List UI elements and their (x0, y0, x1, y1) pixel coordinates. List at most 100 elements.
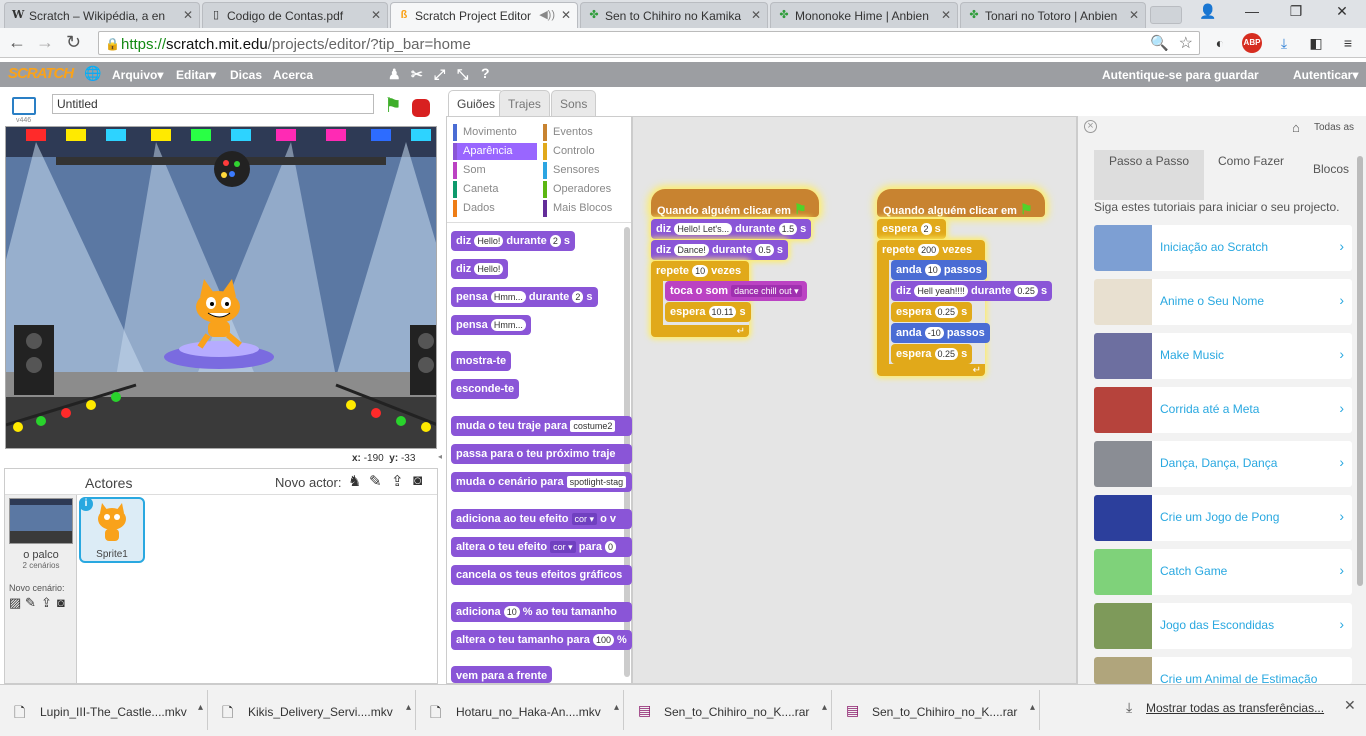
tab-how-to[interactable]: Como Fazer (1204, 150, 1298, 200)
block-set-effect[interactable]: altera o teu efeito cor ▾ para 0 (451, 537, 632, 557)
tutorial-card[interactable]: Make Music › (1094, 333, 1352, 379)
sprite-library-icon[interactable]: ♞ (348, 472, 361, 490)
close-icon[interactable]: ✕ (1129, 8, 1139, 22)
help-icon[interactable]: ? (481, 65, 490, 81)
chevron-up-icon[interactable]: ▴ (822, 702, 827, 713)
reload-icon[interactable]: ↻ (66, 32, 81, 53)
browser-tab[interactable]: ✤ Tonari no Totoro | Anbien ✕ (960, 2, 1146, 28)
project-title-input[interactable]: Untitled (52, 94, 374, 114)
show-all-downloads-link[interactable]: Mostrar todas as transferências... (1146, 701, 1324, 715)
extension-icon[interactable]: ◧ (1306, 33, 1326, 53)
audio-icon[interactable]: ◀)) (539, 8, 555, 21)
close-icon[interactable]: × (1084, 120, 1097, 133)
login-to-save-link[interactable]: Autentique-se para guardar (1102, 68, 1259, 82)
delete-icon[interactable]: ✂ (411, 66, 423, 83)
tutorial-card[interactable]: Iniciação ao Scratch › (1094, 225, 1352, 271)
block-clear-effects[interactable]: cancela os teus efeitos gráficos (451, 565, 632, 585)
block-wait[interactable]: espera 0.25 s (891, 302, 973, 322)
tab-scripts[interactable]: Guiões (448, 90, 505, 116)
menu-file[interactable]: Arquivo▾ (112, 68, 163, 82)
block-switch-backdrop[interactable]: muda o cenário para spotlight-stag (451, 472, 632, 492)
extension-icon[interactable]: ◐ (1210, 33, 1230, 53)
minimize-icon[interactable]: — (1230, 0, 1274, 24)
tips-scrollbar[interactable] (1357, 156, 1363, 586)
block-go-to-front[interactable]: vem para a frente (451, 666, 553, 683)
block-think-for[interactable]: pensa Hmm... durante 2 s (451, 287, 598, 307)
maximize-icon[interactable]: ❐ (1274, 0, 1318, 24)
browser-tab[interactable]: W Scratch – Wikipédia, a en ✕ (4, 2, 200, 28)
tutorial-card[interactable]: Dança, Dança, Dança › (1094, 441, 1352, 487)
block-hide[interactable]: esconde-te (451, 379, 520, 399)
backdrop-library-icon[interactable]: ▨ (9, 595, 21, 611)
category-looks[interactable]: Aparência (453, 143, 537, 160)
user-icon[interactable]: 👤 (1186, 0, 1230, 24)
home-icon[interactable]: ⌂ (1292, 120, 1300, 135)
browser-tab[interactable]: ✤ Sen to Chihiro no Kamika ✕ (580, 2, 768, 28)
download-item[interactable]: ▤ Sen_to_Chihiro_no_K....rar ▴ (836, 690, 1040, 730)
tab-blocks[interactable]: Blocos (1298, 150, 1364, 200)
chevron-up-icon[interactable]: ▴ (1030, 702, 1035, 713)
browser-tab[interactable]: ▯ Codigo de Contas.pdf ✕ (202, 2, 388, 28)
close-icon[interactable]: ✕ (371, 8, 381, 22)
menu-edit[interactable]: Editar▾ (176, 68, 216, 82)
tutorial-card[interactable]: Corrida até a Meta › (1094, 387, 1352, 433)
chevron-up-icon[interactable]: ▴ (406, 702, 411, 713)
block-think[interactable]: pensa Hmm... (451, 315, 531, 335)
paint-brush-icon[interactable]: ✎ (25, 595, 36, 611)
block-show[interactable]: mostra-te (451, 351, 512, 371)
block-next-costume[interactable]: passa para o teu próximo traje (451, 444, 632, 464)
stage-thumbnail-pane[interactable]: o palco 2 cenários Novo cenário: ▨ ✎ ⇪ ◙ (5, 495, 77, 683)
upload-icon[interactable]: ⇪ (391, 472, 404, 490)
block-move[interactable]: anda -10 passos (891, 323, 990, 343)
new-tab-button[interactable] (1150, 6, 1182, 24)
block-play-sound[interactable]: toca o som dance chill out ▾ (665, 281, 807, 301)
chevron-up-icon[interactable]: ▴ (198, 702, 203, 713)
paint-brush-icon[interactable]: ✎ (369, 472, 382, 490)
category-operators[interactable]: Operadores (543, 181, 625, 198)
tutorial-card[interactable]: Anime o Seu Nome › (1094, 279, 1352, 325)
url-field[interactable]: 🔒 https://scratch.mit.edu/projects/edito… (98, 31, 1200, 55)
block-say-for[interactable]: diz Dance! durante 0.5 s (651, 240, 789, 260)
download-item[interactable]: 🗋 Lupin_III-The_Castle....mkv ▴ (4, 690, 208, 730)
category-sound[interactable]: Som (453, 162, 537, 179)
block-wait[interactable]: espera 0.25 s (891, 344, 973, 364)
block-when-flag-clicked[interactable]: Quando alguém clicar em ⚑ (651, 189, 819, 217)
tutorial-card[interactable]: Jogo das Escondidas › (1094, 603, 1352, 649)
grow-icon[interactable]: ⤢ (434, 66, 445, 83)
shrink-icon[interactable]: ⤡ (457, 66, 468, 83)
block-move[interactable]: anda 10 passos (891, 260, 987, 280)
close-icon[interactable]: ✕ (941, 8, 951, 22)
zoom-icon[interactable]: 🔍 (1150, 34, 1169, 52)
download-item[interactable]: 🗋 Kikis_Delivery_Servi....mkv ▴ (212, 690, 416, 730)
browser-tab[interactable]: ✤ Mononoke Hime | Anbien ✕ (770, 2, 958, 28)
stage-canvas[interactable] (5, 126, 437, 449)
block-switch-costume[interactable]: muda o teu traje para costume2 (451, 416, 632, 436)
category-more-blocks[interactable]: Mais Blocos (543, 200, 625, 217)
green-flag-icon[interactable]: ⚑ (384, 93, 402, 118)
menu-about[interactable]: Acerca (273, 68, 313, 82)
category-motion[interactable]: Movimento (453, 124, 537, 141)
download-item[interactable]: ▤ Sen_to_Chihiro_no_K....rar ▴ (628, 690, 832, 730)
menu-tips[interactable]: Dicas (230, 68, 262, 82)
tutorial-card[interactable]: Crie um Jogo de Pong › (1094, 495, 1352, 541)
category-data[interactable]: Dados (453, 200, 537, 217)
browser-tab-active[interactable]: ß Scratch Project Editor ◀)) ✕ (390, 2, 578, 28)
block-say-for[interactable]: diz Hello! Let's... durante 1.5 s (651, 219, 812, 239)
block-when-flag-clicked[interactable]: Quando alguém clicar em ⚑ (877, 189, 1045, 217)
block-change-size[interactable]: adiciona 10 % ao teu tamanho (451, 602, 632, 622)
category-sensing[interactable]: Sensores (543, 162, 625, 179)
scratch-logo[interactable]: SCRATCH (8, 65, 74, 82)
login-button[interactable]: Autenticar▾ (1293, 68, 1358, 82)
tab-step-by-step[interactable]: Passo a Passo (1094, 150, 1204, 200)
all-tips-link[interactable]: Todas as (1314, 122, 1354, 133)
sprite-thumbnail-sprite1[interactable]: i Sprite1 (79, 497, 145, 563)
block-set-size[interactable]: altera o teu tamanho para 100 % (451, 630, 632, 650)
adblock-icon[interactable]: ABP (1242, 33, 1262, 53)
close-icon[interactable]: ✕ (1344, 697, 1356, 714)
script-area[interactable]: Quando alguém clicar em ⚑ diz Hello! Let… (632, 116, 1077, 684)
duplicate-icon[interactable]: ♟ (388, 66, 401, 83)
back-icon[interactable]: ← (8, 32, 26, 53)
chevron-up-icon[interactable]: ▴ (614, 702, 619, 713)
upload-icon[interactable]: ⇪ (41, 595, 52, 611)
tab-sounds[interactable]: Sons (551, 90, 597, 116)
